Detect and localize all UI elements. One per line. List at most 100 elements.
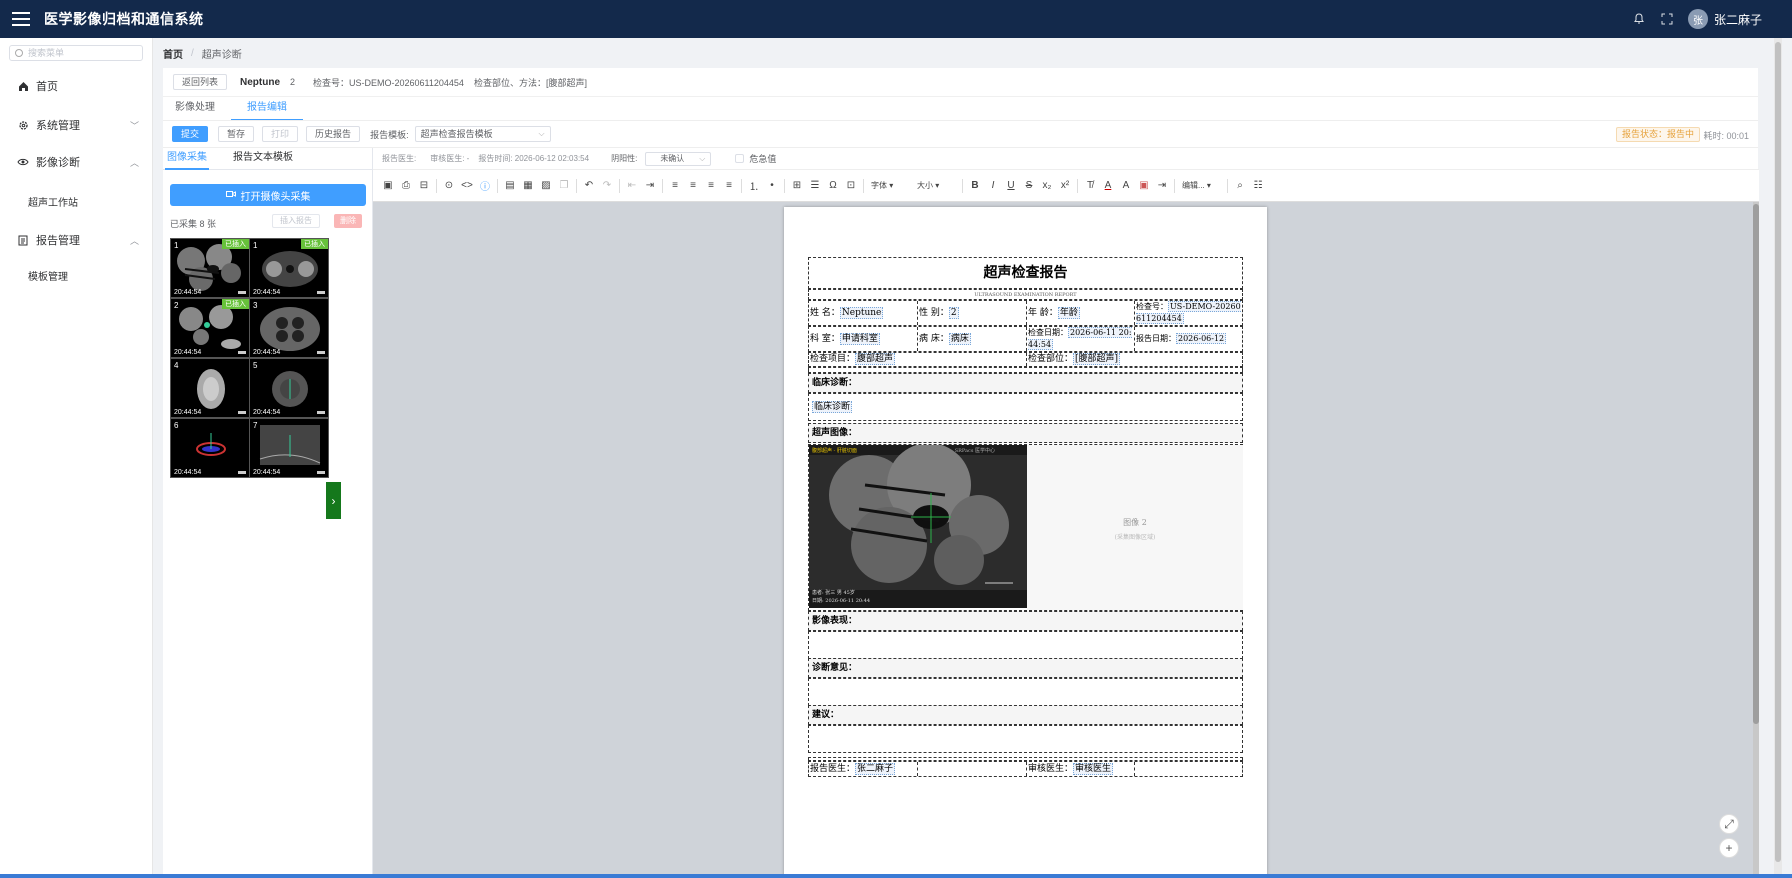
- menu-search-input[interactable]: 搜索菜单: [9, 45, 143, 61]
- highlight-icon[interactable]: ▣: [1137, 179, 1151, 193]
- outdent-icon[interactable]: ⇤: [625, 179, 639, 193]
- search-icon[interactable]: ⌕: [1233, 179, 1247, 193]
- editor-scrollbar[interactable]: [1753, 202, 1759, 878]
- breadcrumb-home[interactable]: 首页: [163, 46, 183, 61]
- align-right-icon[interactable]: ≡: [704, 179, 718, 193]
- copy-icon[interactable]: ❐: [557, 179, 571, 193]
- info-icon[interactable]: ⓘ: [478, 179, 492, 193]
- sidebar-item-templates[interactable]: 模板管理: [0, 255, 153, 295]
- user-name[interactable]: 张二麻子: [1714, 11, 1762, 28]
- settings-icon[interactable]: ☷: [1251, 179, 1265, 193]
- undo-icon[interactable]: ↶: [582, 179, 596, 193]
- subscript-icon[interactable]: x₂: [1040, 179, 1054, 193]
- superscript-icon[interactable]: x²: [1058, 179, 1072, 193]
- thumbnail[interactable]: 2 已插入 20:44:54: [170, 298, 250, 358]
- bg-color-icon[interactable]: A: [1119, 179, 1133, 193]
- sidebar-item-diagnosis[interactable]: 影像诊断 ︿: [0, 142, 153, 182]
- template-icon[interactable]: ▤: [503, 179, 517, 193]
- bullet-list-icon[interactable]: •: [765, 179, 779, 193]
- size-select[interactable]: 大小 ▾: [917, 180, 955, 191]
- thumbnail[interactable]: 4 20:44:54: [170, 358, 250, 418]
- exam-number: 检查号：US-DEMO-20260611204454: [313, 77, 464, 88]
- picture-icon[interactable]: ▨: [539, 179, 553, 193]
- save-icon[interactable]: ▣: [381, 179, 395, 193]
- edit-menu[interactable]: 编辑... ▾: [1182, 180, 1220, 191]
- thumbnail[interactable]: 1 已插入 20:44:54: [249, 238, 329, 298]
- table-icon[interactable]: ⊞: [790, 179, 804, 193]
- align-center-icon[interactable]: ≡: [686, 179, 700, 193]
- thumbnail[interactable]: 1 已插入 20:44:54: [170, 238, 250, 298]
- findings-field[interactable]: [808, 631, 1243, 659]
- exam-part-field[interactable]: [腹部超声]: [1073, 353, 1121, 365]
- zoom-in-icon[interactable]: +: [1719, 838, 1739, 858]
- tab-report-edit[interactable]: 报告编辑: [231, 97, 303, 121]
- underline-icon[interactable]: U: [1004, 179, 1018, 193]
- align-left-icon[interactable]: ≡: [668, 179, 682, 193]
- image-icon[interactable]: ▦: [521, 179, 535, 193]
- history-report-button[interactable]: 历史报告: [306, 126, 361, 142]
- print-icon[interactable]: ⎙: [399, 179, 413, 193]
- clinical-diagnosis-field[interactable]: 临床诊断: [812, 401, 853, 413]
- breadcrumb: 首页 / 超声诊断: [163, 46, 242, 61]
- horizontal-line-icon[interactable]: ☰: [808, 179, 822, 193]
- sidebar-item-system[interactable]: 系统管理 ﹀: [0, 105, 153, 145]
- ultrasound-image[interactable]: 腹部超声 - 肝脏切面 SRPacs 医学中心 患者: 张三 男 45岁 日期:…: [809, 445, 1027, 608]
- font-select[interactable]: 字体 ▾: [871, 180, 909, 191]
- print-button[interactable]: 打印: [262, 126, 299, 142]
- image-overlay-hospital: SRPacs 医学中心: [954, 448, 995, 454]
- thumbnail[interactable]: 6 20:44:54: [170, 418, 250, 478]
- advice-field[interactable]: [808, 725, 1243, 753]
- save-draft-button[interactable]: 暂存: [218, 126, 255, 142]
- delete-button[interactable]: 删除: [334, 214, 362, 228]
- tab-image-capture[interactable]: 图像采集: [165, 148, 209, 170]
- thumbnail[interactable]: 5 20:44:54: [249, 358, 329, 418]
- thumbnail[interactable]: 7 20:44:54: [249, 418, 329, 478]
- yinyang-select[interactable]: 未确认 ⌵: [645, 151, 712, 166]
- align-justify-icon[interactable]: ≡: [722, 179, 736, 193]
- preview-icon[interactable]: ⊙: [442, 179, 456, 193]
- fullscreen-icon[interactable]: [1660, 12, 1674, 26]
- page-scrollbar[interactable]: [1774, 38, 1782, 878]
- indent-icon[interactable]: ⇥: [643, 179, 657, 193]
- bold-icon[interactable]: B: [968, 179, 982, 193]
- fit-screen-icon[interactable]: ⤢: [1719, 814, 1739, 834]
- dept-field[interactable]: 申请科室: [839, 333, 880, 345]
- sidebar-item-home[interactable]: 首页: [0, 66, 153, 106]
- strikethrough-icon[interactable]: S: [1022, 179, 1036, 193]
- report-date-field[interactable]: 2026-06-12: [1176, 333, 1227, 344]
- special-char-icon[interactable]: Ω: [826, 179, 840, 193]
- hamburger-menu-icon[interactable]: [12, 12, 30, 26]
- italic-icon[interactable]: I: [986, 179, 1000, 193]
- expand-panel-button[interactable]: ›: [326, 482, 341, 519]
- back-to-list-button[interactable]: 返回列表: [173, 74, 228, 90]
- font-color-icon[interactable]: A: [1101, 179, 1115, 193]
- sidebar-item-reports[interactable]: 报告管理 ︿: [0, 220, 153, 260]
- thumbnail[interactable]: 3 20:44:54: [249, 298, 329, 358]
- bell-icon[interactable]: [1632, 12, 1646, 26]
- page-break-icon[interactable]: ⊟: [417, 179, 431, 193]
- opinion-field[interactable]: [808, 678, 1243, 706]
- exam-item-field[interactable]: 腹部超声: [855, 353, 896, 365]
- image-slot-2[interactable]: 图像 2 (采集图像区域): [1027, 445, 1243, 610]
- avatar[interactable]: 张: [1687, 9, 1708, 29]
- tab-text-template[interactable]: 报告文本模板: [231, 148, 295, 170]
- tab-image-processing[interactable]: 影像处理: [159, 97, 231, 121]
- sidebar-item-us-workstation[interactable]: 超声工作站: [0, 181, 153, 221]
- embed-icon[interactable]: ⊡: [844, 179, 858, 193]
- age-field[interactable]: 年龄: [1057, 307, 1080, 319]
- line-height-icon[interactable]: ⇥: [1155, 179, 1169, 193]
- bed-field[interactable]: 病床: [948, 333, 971, 345]
- insert-report-button[interactable]: 插入报告: [272, 214, 320, 228]
- clear-format-icon[interactable]: T̸: [1083, 179, 1097, 193]
- urgent-checkbox[interactable]: [735, 154, 745, 163]
- patient-name-field[interactable]: Neptune: [839, 307, 884, 319]
- numbered-list-icon[interactable]: ⒈: [747, 179, 761, 193]
- reviewing-doctor-field[interactable]: 审核医生: [1073, 763, 1114, 775]
- signing-doctor-field[interactable]: 张二麻子: [855, 763, 896, 775]
- open-camera-button[interactable]: 打开摄像头采集: [170, 184, 366, 206]
- submit-button[interactable]: 提交: [172, 126, 209, 142]
- source-code-icon[interactable]: <>: [460, 179, 474, 193]
- template-select[interactable]: 超声检查报告模板 ⌵: [414, 126, 551, 142]
- sex-field[interactable]: 2: [948, 307, 959, 319]
- redo-icon[interactable]: ↷: [600, 179, 614, 193]
